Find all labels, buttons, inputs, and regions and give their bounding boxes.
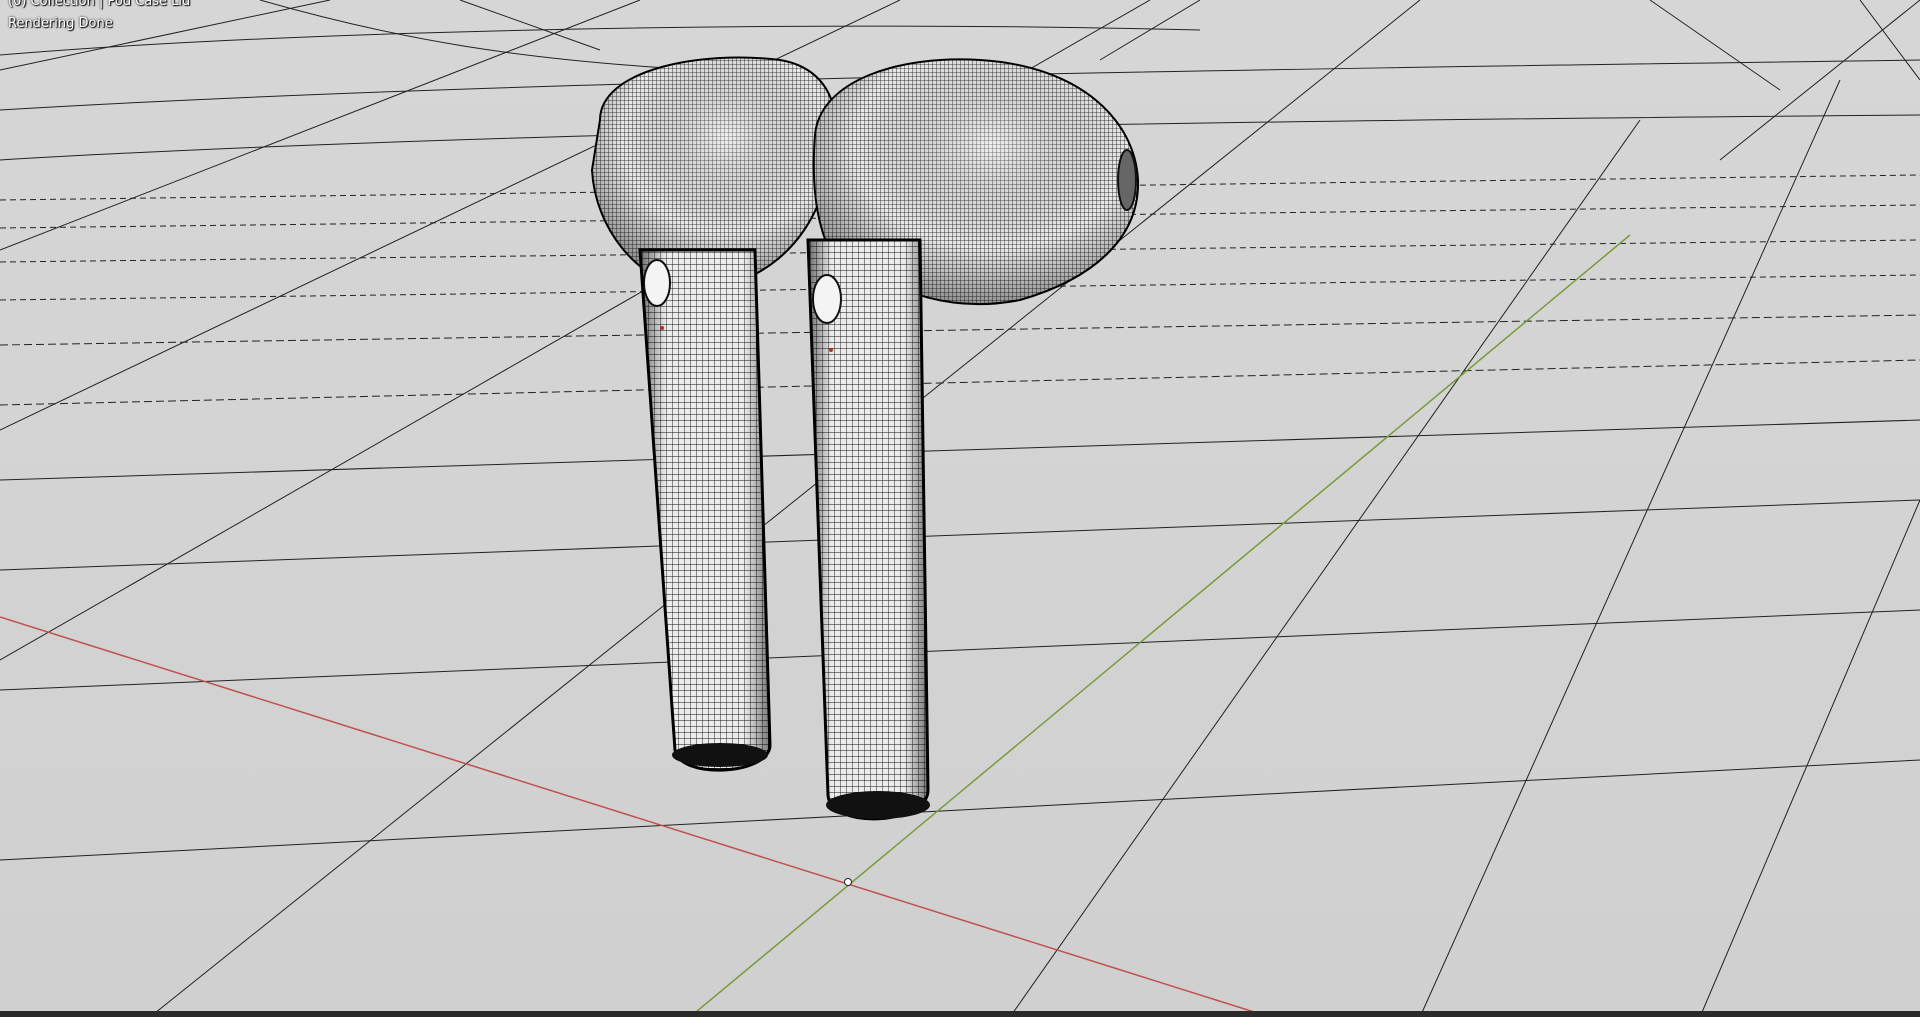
sensor-icon [643, 259, 671, 307]
sensor-icon [812, 274, 842, 324]
render-status-text: Rendering Done [8, 16, 113, 31]
speaker-grille-icon [1117, 149, 1137, 211]
collection-object-readout: (0) Collection | Pod Case Lid [8, 0, 191, 9]
world-origin-marker [844, 878, 852, 886]
viewport-scene[interactable] [0, 0, 1920, 1017]
3d-viewport[interactable]: (0) Collection | Pod Case Lid Rendering … [0, 0, 1920, 1017]
status-bar [0, 1011, 1920, 1017]
